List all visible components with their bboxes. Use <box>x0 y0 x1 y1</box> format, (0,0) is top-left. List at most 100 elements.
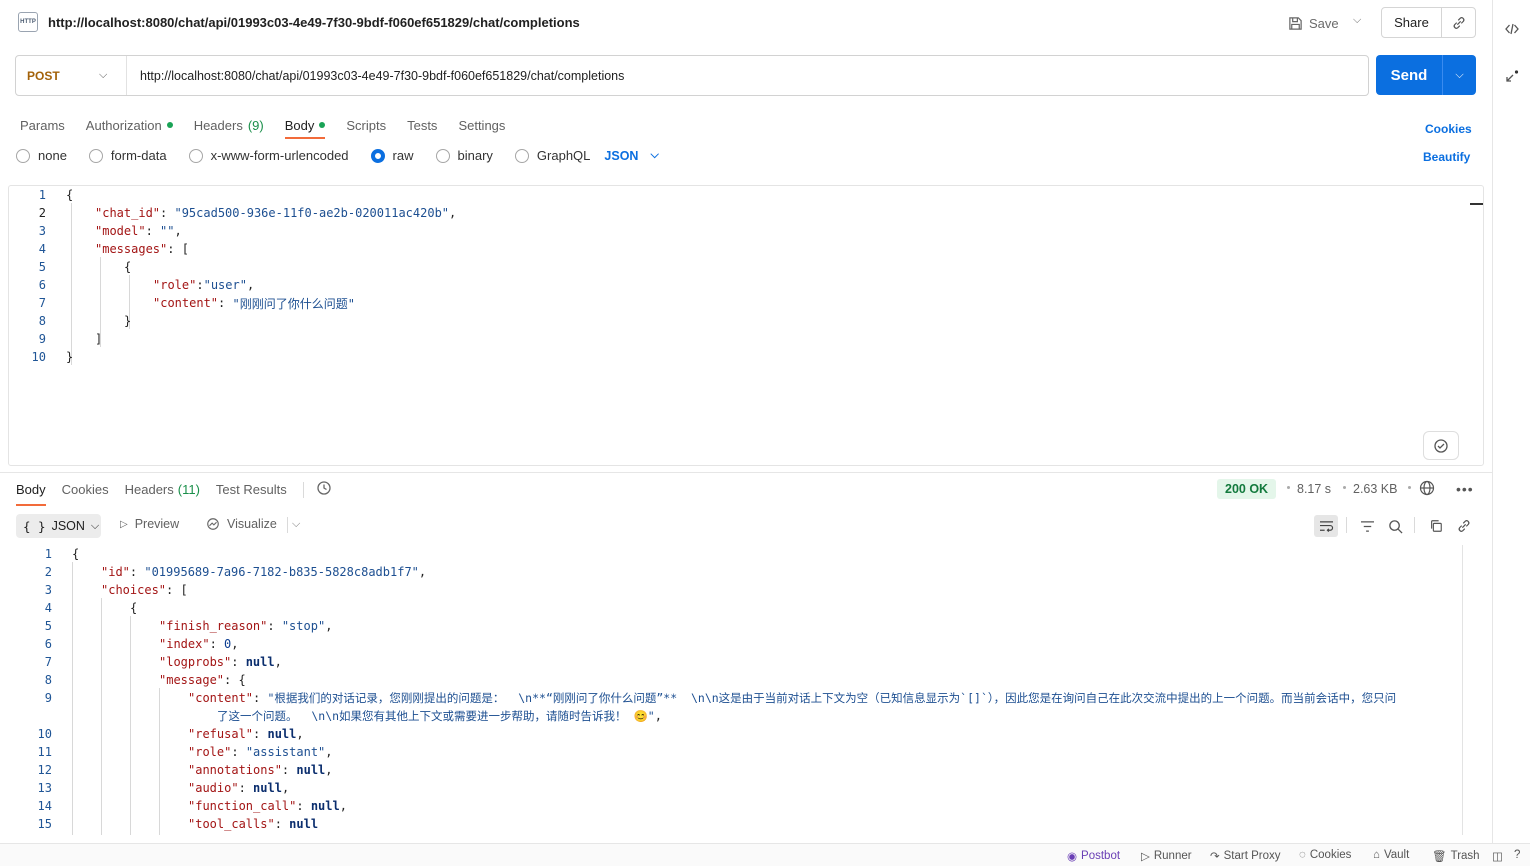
wrap-lines-icon[interactable] <box>1314 515 1338 537</box>
filter-icon[interactable] <box>1355 515 1379 537</box>
raw-format-select[interactable]: JSON ⌵ <box>604 149 658 163</box>
help-icon[interactable]: ? <box>1514 849 1520 861</box>
line-number: 10 <box>37 727 52 741</box>
more-options-icon[interactable]: ••• <box>1456 481 1474 497</box>
status-badge[interactable]: 200 OK <box>1217 479 1277 499</box>
index-value: 0 <box>224 637 232 651</box>
radio-button[interactable] <box>435 148 450 163</box>
tab-headers[interactable]: Headers (9) <box>194 113 264 137</box>
visualize-options-chevron-down-icon[interactable]: ⌵ <box>292 518 300 531</box>
line-number: 6 <box>38 278 46 292</box>
response-time[interactable]: 8.17 s <box>1297 482 1331 496</box>
ai-assist-icon[interactable] <box>1423 431 1459 460</box>
code-line: 13 "audio": null, <box>15 779 290 797</box>
raw-format-label: JSON <box>604 148 639 163</box>
send-button[interactable]: Send <box>1376 55 1443 95</box>
send-options-chevron-down-icon[interactable]: ⌵ <box>1443 55 1476 95</box>
line-number: 8 <box>44 673 52 687</box>
radio-button[interactable] <box>88 148 103 163</box>
search-icon[interactable] <box>1383 515 1407 537</box>
line-number: 7 <box>44 655 52 669</box>
content-value-wrapped: 了这一个问题。 \n\n如果您有其他上下文或需要进一步帮助，请随时告诉我！ 😊" <box>217 709 655 723</box>
start-proxy-button[interactable]: ↷ Start Proxy <box>1210 849 1281 863</box>
body-type-form-data[interactable]: form-data <box>88 148 167 163</box>
line-number: 1 <box>38 188 46 202</box>
role-value: "user" <box>203 278 247 292</box>
braces-icon: { } <box>23 518 46 534</box>
annotations-value: null <box>296 763 326 777</box>
url-input[interactable]: http://localhost:8080/chat/api/01993c03-… <box>127 69 624 83</box>
vault-button[interactable]: ⌂ Vault <box>1373 849 1409 861</box>
history-icon[interactable] <box>316 480 332 499</box>
radio-label: form-data <box>110 148 167 163</box>
trash-button[interactable]: 🗑 Trash <box>1432 849 1480 863</box>
body-type-graphql[interactable]: GraphQL <box>514 148 590 163</box>
line-number: 9 <box>38 332 46 346</box>
statusbar-cookies-button[interactable]: ◌ Cookies <box>1299 849 1351 861</box>
code-snippet-icon[interactable] <box>1493 21 1530 40</box>
separator-dot <box>1408 486 1411 489</box>
related-collections-icon[interactable] <box>1493 68 1530 89</box>
method-select[interactable]: POST ⌵ <box>16 56 127 95</box>
beautify-button[interactable]: Beautify <box>1423 150 1470 164</box>
radio-button[interactable] <box>188 148 203 163</box>
tab-response-headers[interactable]: Headers (11) <box>125 481 200 499</box>
request-title[interactable]: http://localhost:8080/chat/api/01993c03-… <box>48 15 580 30</box>
link-icon[interactable] <box>1452 515 1476 537</box>
code-line: 9 "content": "根据我们的对话记录，您刚刚提出的问题是： \n**“刚… <box>15 689 1396 707</box>
globe-icon[interactable] <box>1419 480 1435 500</box>
tab-authorization[interactable]: Authorization <box>86 113 173 137</box>
body-type-raw[interactable]: raw <box>370 148 414 163</box>
code-line: 11 "role": "assistant", <box>15 743 333 761</box>
code-line: 14 "function_call": null, <box>15 797 347 815</box>
response-format-label: JSON <box>51 519 85 533</box>
scrollbar[interactable] <box>1462 545 1463 835</box>
content-value: "刚刚问了你什么问题" <box>232 296 355 311</box>
tab-response-body[interactable]: Body <box>16 481 46 506</box>
audio-value: null <box>253 781 282 795</box>
runner-button[interactable]: ▷ Runner <box>1141 849 1192 863</box>
tab-response-cookies[interactable]: Cookies <box>62 481 109 499</box>
tab-scripts[interactable]: Scripts <box>346 113 386 137</box>
vault-label: Vault <box>1383 849 1410 861</box>
code-line: 4 "messages": [ <box>9 240 189 258</box>
preview-button[interactable]: ▷ Preview <box>120 517 179 531</box>
preview-label: Preview <box>134 517 180 531</box>
postbot-button[interactable]: ◉ Postbot <box>1067 849 1120 863</box>
request-body-editor[interactable]: 1{ 2 "chat_id": "95cad500-936e-11f0-ae2b-… <box>8 185 1484 466</box>
tab-tests[interactable]: Tests <box>407 113 437 137</box>
line-number: 3 <box>38 224 46 238</box>
copy-icon[interactable] <box>1424 515 1448 537</box>
response-size[interactable]: 2.63 KB <box>1353 482 1397 496</box>
response-body-viewer[interactable]: 1{ 2 "id": "01995689-7a96-7182-b835-5828c… <box>0 545 1492 835</box>
visualize-button[interactable]: Visualize <box>206 517 277 531</box>
cookies-link[interactable]: Cookies <box>1425 122 1472 136</box>
radio-button[interactable] <box>514 148 529 163</box>
tab-test-results[interactable]: Test Results <box>216 481 287 499</box>
save-button[interactable]: Save <box>1288 12 1339 34</box>
response-format-select[interactable]: { } JSON ⌵ <box>16 514 101 538</box>
tool-calls-value: null <box>289 817 319 831</box>
radio-button-selected[interactable] <box>370 148 385 163</box>
line-number: 8 <box>38 314 46 328</box>
copy-link-icon[interactable] <box>1442 8 1475 37</box>
body-type-none[interactable]: none <box>16 148 67 163</box>
layout-toggle-icon[interactable]: ◫ <box>1492 849 1503 863</box>
body-type-urlencoded[interactable]: x-www-form-urlencoded <box>188 148 349 163</box>
radio-button[interactable] <box>16 148 30 163</box>
tab-body[interactable]: Body <box>284 113 326 139</box>
divider <box>302 481 304 498</box>
code-line: 8 "message": { <box>15 671 246 689</box>
body-type-binary[interactable]: binary <box>435 148 493 163</box>
tab-label: Body <box>284 117 315 133</box>
radio-label: x-www-form-urlencoded <box>210 148 349 163</box>
tab-settings[interactable]: Settings <box>458 113 505 137</box>
modified-dot <box>166 122 173 128</box>
share-button[interactable]: Share <box>1382 8 1442 37</box>
role-value: "assistant" <box>245 745 326 759</box>
tab-params[interactable]: Params <box>20 113 65 137</box>
save-options-chevron-down-icon[interactable]: ⌵ <box>1353 14 1361 27</box>
chevron-down-icon: ⌵ <box>650 149 659 161</box>
pane-divider[interactable] <box>0 472 1492 473</box>
divider <box>1414 517 1415 533</box>
